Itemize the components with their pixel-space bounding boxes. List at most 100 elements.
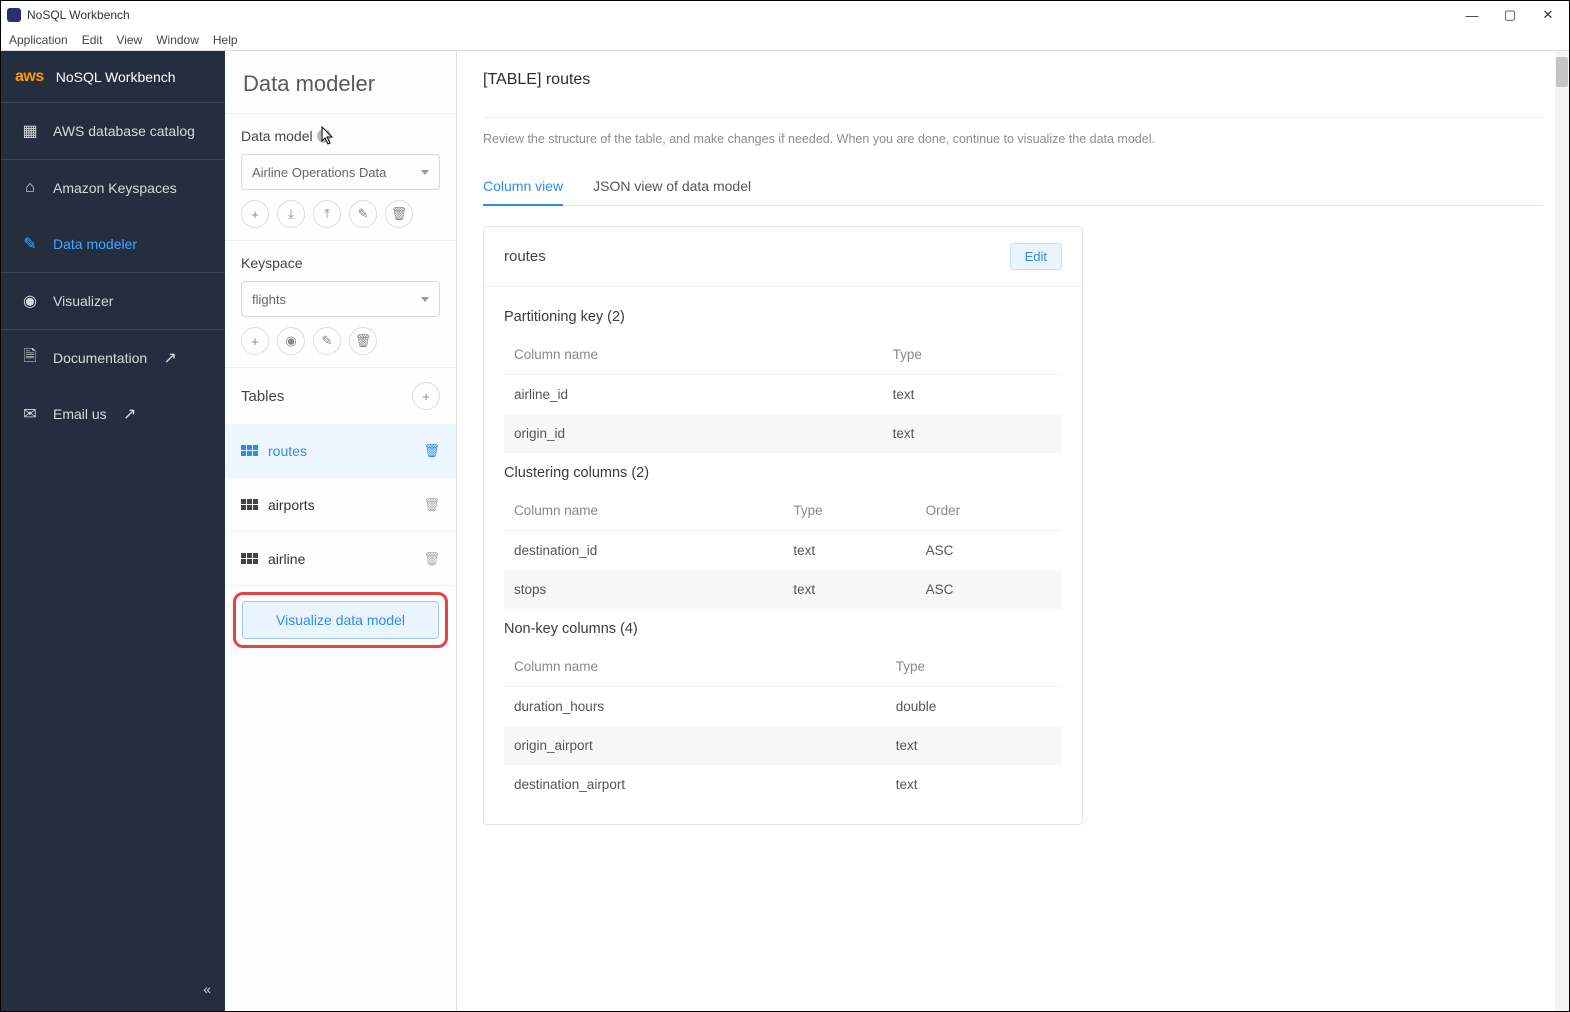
page-title: [TABLE] routes: [483, 71, 1543, 89]
nonkey-columns-table: Column nameType duration_hoursdouble ori…: [504, 647, 1062, 804]
nav-label: Email us: [53, 406, 107, 422]
keyspace-section: Keyspace flights + ◉ ✎ 🗑: [225, 241, 456, 368]
col-header-order: Order: [916, 491, 1062, 531]
nav-aws-database-catalog[interactable]: ▦ AWS database catalog: [1, 103, 225, 159]
tab-json-view[interactable]: JSON view of data model: [593, 170, 751, 205]
scrollbar-thumb[interactable]: [1556, 57, 1568, 87]
table-name: airports: [268, 497, 413, 513]
visualize-data-model-button[interactable]: Visualize data model: [242, 601, 439, 639]
col-header-name: Column name: [504, 335, 883, 375]
chevron-down-icon: [421, 170, 429, 175]
edit-model-button[interactable]: ✎: [349, 200, 377, 228]
tab-column-view[interactable]: Column view: [483, 170, 563, 206]
add-keyspace-button[interactable]: +: [241, 327, 269, 355]
nav-amazon-keyspaces[interactable]: ⌂ Amazon Keyspaces: [1, 160, 225, 216]
doc-icon: 🗎: [21, 349, 39, 367]
close-button[interactable]: ✕: [1541, 8, 1555, 22]
nav-data-modeler[interactable]: ✎ Data modeler: [1, 216, 225, 272]
table-icon: [241, 445, 258, 456]
info-icon[interactable]: i: [317, 129, 331, 143]
aws-logo-icon: aws: [15, 68, 44, 86]
minimize-button[interactable]: —: [1465, 8, 1479, 22]
add-table-button[interactable]: +: [412, 382, 440, 410]
import-button[interactable]: ⤓: [277, 200, 305, 228]
page-description: Review the structure of the table, and m…: [483, 132, 1543, 146]
partitioning-key-table: Column nameType airline_idtext origin_id…: [504, 335, 1062, 453]
data-model-select[interactable]: Airline Operations Data: [241, 154, 440, 190]
menu-help[interactable]: Help: [213, 33, 238, 47]
menu-edit[interactable]: Edit: [82, 33, 103, 47]
menu-window[interactable]: Window: [156, 33, 199, 47]
tables-label: Tables: [241, 388, 284, 405]
nav-label: Amazon Keyspaces: [53, 180, 177, 196]
keyspace-label: Keyspace: [241, 255, 302, 271]
edit-keyspace-button[interactable]: ✎: [313, 327, 341, 355]
table-row: stopstextASC: [504, 570, 1062, 609]
table-card: routes Edit Partitioning key (2) Column …: [483, 226, 1083, 825]
delete-table-icon[interactable]: 🗑: [423, 551, 440, 567]
tabs: Column view JSON view of data model: [483, 170, 1543, 206]
col-header-type: Type: [783, 491, 915, 531]
card-table-name: routes: [504, 248, 546, 265]
export-button[interactable]: ⤒: [313, 200, 341, 228]
table-icon: [241, 499, 258, 510]
mid-panel: Data modeler Data model i Airline Operat…: [225, 51, 457, 1011]
table-item-airline[interactable]: airline 🗑: [225, 532, 456, 586]
view-keyspace-button[interactable]: ◉: [277, 327, 305, 355]
nav-email-us[interactable]: ✉ Email us ↗: [1, 386, 225, 442]
grid-icon: ▦: [21, 122, 39, 140]
table-row: destination_airporttext: [504, 765, 1062, 804]
vertical-scrollbar[interactable]: [1555, 51, 1569, 1011]
window-title: NoSQL Workbench: [27, 8, 1465, 22]
nav-label: Documentation: [53, 350, 147, 366]
table-item-airports[interactable]: airports 🗑: [225, 478, 456, 532]
partitioning-key-title: Partitioning key (2): [504, 297, 1062, 335]
nav-visualizer[interactable]: ◉ Visualizer: [1, 273, 225, 329]
table-row: duration_hoursdouble: [504, 687, 1062, 727]
maximize-button[interactable]: ▢: [1503, 8, 1517, 22]
external-link-icon: ↗: [161, 349, 179, 367]
nav-label: Data modeler: [53, 236, 137, 252]
tables-header: Tables +: [225, 368, 456, 424]
mid-title: Data modeler: [225, 51, 456, 114]
menu-view[interactable]: View: [116, 33, 142, 47]
nav-documentation[interactable]: 🗎 Documentation ↗: [1, 330, 225, 386]
nonkey-columns-title: Non-key columns (4): [504, 609, 1062, 647]
chevron-down-icon: [421, 297, 429, 302]
clustering-columns-title: Clustering columns (2): [504, 453, 1062, 491]
col-header-name: Column name: [504, 491, 783, 531]
keyspace-value: flights: [252, 292, 286, 307]
visualize-highlight: Visualize data model: [233, 592, 448, 648]
table-row: origin_idtext: [504, 414, 1062, 453]
table-list: routes 🗑 airports 🗑 airline 🗑: [225, 424, 456, 586]
table-row: airline_idtext: [504, 375, 1062, 415]
table-name: routes: [268, 443, 413, 459]
delete-keyspace-button[interactable]: 🗑: [349, 327, 377, 355]
menu-application[interactable]: Application: [9, 33, 68, 47]
delete-model-button[interactable]: 🗑: [385, 200, 413, 228]
brand-product: NoSQL Workbench: [56, 69, 176, 85]
home-icon: ⌂: [21, 179, 39, 197]
table-icon: [241, 553, 258, 564]
data-model-value: Airline Operations Data: [252, 165, 386, 180]
brand: aws NoSQL Workbench: [1, 51, 225, 103]
delete-table-icon[interactable]: 🗑: [423, 443, 440, 459]
app-icon: [7, 8, 21, 22]
external-link-icon: ↗: [121, 405, 139, 423]
menubar: Application Edit View Window Help: [1, 29, 1569, 51]
nav-label: AWS database catalog: [53, 123, 195, 139]
mail-icon: ✉: [21, 405, 39, 423]
main-content: [TABLE] routes Review the structure of t…: [457, 51, 1569, 1011]
delete-table-icon[interactable]: 🗑: [423, 497, 440, 513]
col-header-type: Type: [883, 335, 1062, 375]
data-model-label: Data model: [241, 128, 313, 144]
left-nav: aws NoSQL Workbench ▦ AWS database catal…: [1, 51, 225, 1011]
table-name: airline: [268, 551, 413, 567]
keyspace-select[interactable]: flights: [241, 281, 440, 317]
collapse-nav-button[interactable]: «: [203, 981, 211, 997]
col-header-type: Type: [886, 647, 1062, 687]
table-item-routes[interactable]: routes 🗑: [225, 424, 456, 478]
edit-button[interactable]: Edit: [1010, 243, 1062, 270]
table-row: origin_airporttext: [504, 726, 1062, 765]
add-model-button[interactable]: +: [241, 200, 269, 228]
